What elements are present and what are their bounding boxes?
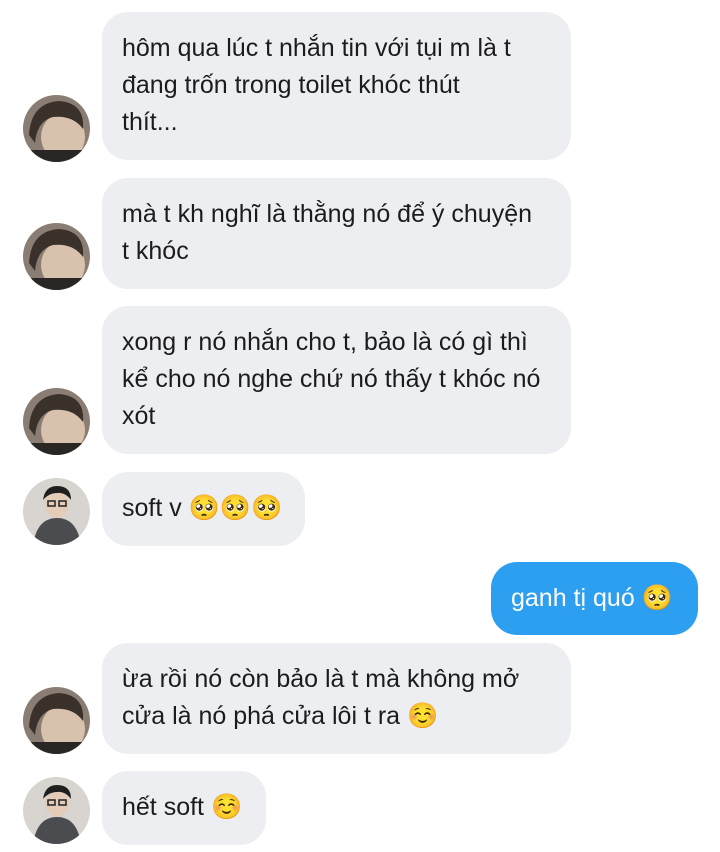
message-bubble-incoming[interactable]: hôm qua lúc t nhắn tin với tụi m là t đa… — [102, 12, 571, 160]
message-bubble-incoming[interactable]: xong r nó nhắn cho t, bảo là có gì thì k… — [102, 306, 571, 454]
sender-avatar[interactable] — [23, 388, 90, 455]
sender-avatar[interactable] — [23, 95, 90, 162]
message-bubble-incoming[interactable]: soft v 🥺🥺🥺 — [102, 472, 305, 546]
message-bubble-incoming[interactable]: mà t kh nghĩ là thằng nó để ý chuyện t k… — [102, 178, 571, 289]
message-bubble-incoming[interactable]: ừa rồi nó còn bảo là t mà không mở cửa l… — [102, 643, 571, 754]
chat-thread: hôm qua lúc t nhắn tin với tụi m là t đa… — [0, 0, 720, 852]
sender-avatar[interactable] — [23, 687, 90, 754]
sender-avatar[interactable] — [23, 777, 90, 844]
message-bubble-outgoing[interactable]: ganh tị quó 🥺 — [491, 562, 698, 635]
sender-avatar[interactable] — [23, 223, 90, 290]
sender-avatar[interactable] — [23, 478, 90, 545]
message-bubble-incoming[interactable]: hết soft ☺️ — [102, 771, 266, 845]
